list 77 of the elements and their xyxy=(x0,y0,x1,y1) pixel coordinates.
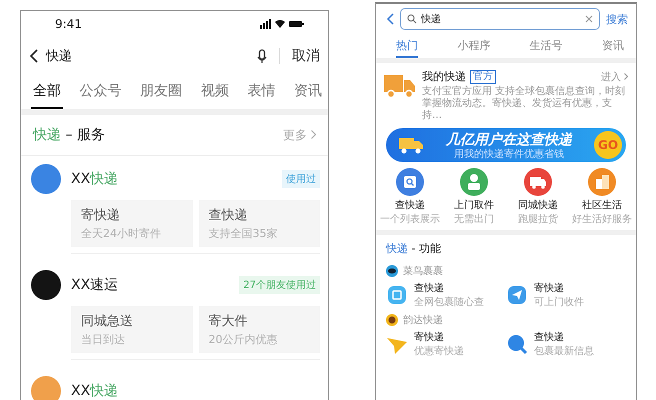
function-subtitle: 包裹最新信息 xyxy=(534,344,594,358)
shortcut-item[interactable]: 查快递 一个列表展示 xyxy=(378,168,442,226)
service-card[interactable]: 同城急送 当日到达 xyxy=(71,306,192,353)
clear-icon[interactable] xyxy=(585,15,593,23)
status-icons xyxy=(260,19,304,29)
service-card[interactable]: 寄大件 20公斤内优惠 xyxy=(198,306,320,353)
shortcut-subtitle: 跑腿拉货 xyxy=(518,213,558,226)
back-icon[interactable] xyxy=(29,49,38,63)
section-title: 快递 – 服务 xyxy=(33,126,105,144)
shortcut-title: 社区生活 xyxy=(582,198,622,212)
search-icon xyxy=(506,333,528,355)
category-tab[interactable]: 资讯 xyxy=(602,34,624,58)
function-title: 查快递 xyxy=(414,282,445,295)
service-title: 查快递 xyxy=(208,207,248,224)
category-tab[interactable]: 小程序 xyxy=(457,34,490,58)
service-subtitle: 全天24小时寄件 xyxy=(81,226,162,241)
category-tab[interactable]: 公众号 xyxy=(78,75,124,109)
microphone-icon[interactable] xyxy=(257,48,267,64)
function-item[interactable]: 查快递 全网包裹随心查 xyxy=(386,281,506,309)
banner-title: 几亿用户在这查快递 xyxy=(446,130,572,148)
shortcut-subtitle: 好生活好服务 xyxy=(572,212,632,226)
function-item[interactable]: 查快递 包裹最新信息 xyxy=(506,330,626,358)
truck-icon xyxy=(398,136,424,154)
provider-name: XX速运 xyxy=(71,276,120,294)
service-title: 寄大件 xyxy=(208,313,248,330)
service-card[interactable]: 查快递 支持全国35家 xyxy=(198,200,320,247)
function-subtitle: 优惠寄快递 xyxy=(414,344,464,358)
service-title: 同城急送 xyxy=(81,313,134,330)
function-item[interactable]: 寄快递 优惠寄快递 xyxy=(386,330,506,358)
provider-name: 菜鸟裹裹 xyxy=(403,264,443,278)
provider-name: XX快递 xyxy=(71,382,120,400)
usage-tag: 使用过 xyxy=(282,170,320,188)
paper-plane-icon xyxy=(506,284,528,306)
service-card[interactable]: 寄快递 全天24小时寄件 xyxy=(71,200,192,247)
category-tab[interactable]: 表情 xyxy=(245,75,278,109)
usage-tag: 27个朋友使用过 xyxy=(239,276,320,294)
function-item[interactable]: 寄快递 可上门收件 xyxy=(506,281,626,309)
provider-name: 韵达快递 xyxy=(403,314,443,327)
category-tab[interactable]: 视频 xyxy=(198,75,231,109)
function-subtitle: 全网包裹随心查 xyxy=(414,296,484,309)
function-title: 寄快递 xyxy=(414,330,445,344)
search-button[interactable]: 搜索 xyxy=(606,12,628,26)
truck-icon xyxy=(384,73,416,99)
promo-banner[interactable]: 几亿用户在这查快递 用我的快递寄件优惠省钱 GO xyxy=(386,128,626,162)
app-title: 我的快递 xyxy=(422,69,466,84)
function-title: 寄快递 xyxy=(534,282,565,295)
search-icon xyxy=(407,14,417,24)
category-tab[interactable]: 资讯 xyxy=(292,75,324,109)
banner-subtitle: 用我的快递寄件优惠省钱 xyxy=(454,148,564,160)
chevron-icon xyxy=(311,130,316,138)
section-title: 快递 - 功能 xyxy=(386,241,442,256)
function-title: 查快递 xyxy=(534,330,565,344)
service-subtitle: 20公斤内优惠 xyxy=(208,332,278,347)
chevron-icon xyxy=(624,72,628,80)
shortcut-item[interactable]: 同城快递 跑腿拉货 xyxy=(506,168,570,226)
shortcut-item[interactable]: 上门取件 无需出门 xyxy=(442,168,506,226)
cancel-button[interactable]: 取消 xyxy=(292,47,320,65)
app-description: 支付宝官方应用 支持全球包裹信息查询，时刻掌握物流动态。寄快递、发货运有优惠，支持… xyxy=(422,86,626,122)
service-subtitle: 当日到达 xyxy=(81,332,126,347)
category-tab[interactable]: 朋友圈 xyxy=(138,75,184,109)
shortcut-subtitle: 一个列表展示 xyxy=(380,212,440,226)
status-time: 9:41 xyxy=(55,17,82,31)
search-field[interactable]: 快递 xyxy=(400,8,600,30)
official-tag: 官方 xyxy=(470,70,496,84)
search-field[interactable]: 快递 xyxy=(46,47,249,65)
shortcut-title: 查快递 xyxy=(395,198,425,212)
shortcut-item[interactable]: 社区生活 好生活好服务 xyxy=(570,168,634,226)
shortcut-title: 同城快递 xyxy=(518,198,558,212)
service-title: 寄快递 xyxy=(81,207,121,224)
shortcut-title: 上门取件 xyxy=(454,198,494,212)
shortcut-subtitle: 无需出门 xyxy=(454,212,494,226)
provider-name: XX快递 xyxy=(71,170,120,188)
package-icon xyxy=(386,284,408,306)
go-badge: GO xyxy=(594,131,622,159)
function-subtitle: 可上门收件 xyxy=(534,296,584,309)
category-tab[interactable]: 生活号 xyxy=(530,34,563,58)
service-subtitle: 支持全国35家 xyxy=(208,226,278,241)
